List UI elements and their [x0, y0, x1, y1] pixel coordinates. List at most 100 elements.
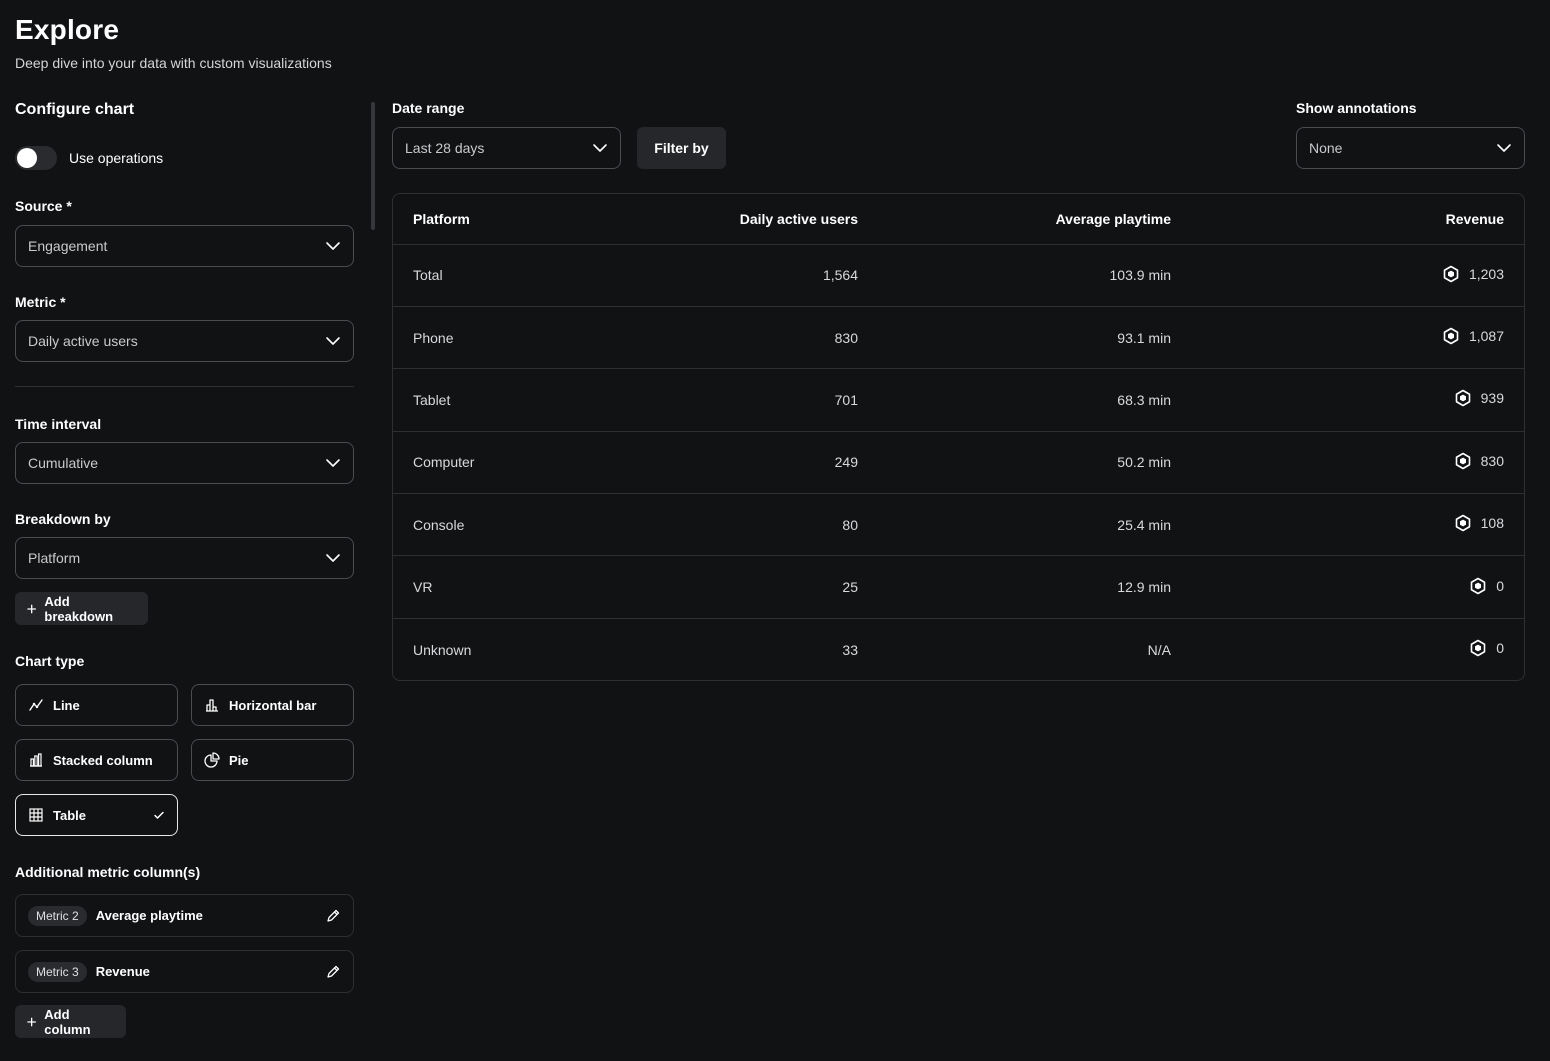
platform-cell: Unknown — [413, 641, 472, 658]
chevron-down-icon — [593, 144, 607, 152]
metric-name: Revenue — [95, 964, 150, 979]
pencil-icon[interactable] — [325, 964, 341, 980]
use-operations-label: Use operations — [69, 150, 164, 166]
time-interval-label: Time interval — [15, 416, 102, 432]
platform-cell: Computer — [393, 431, 678, 495]
platform-cell: Total — [393, 244, 678, 307]
metric-select[interactable]: Daily active users — [15, 320, 354, 362]
chart-type-line[interactable]: Line — [15, 684, 178, 726]
column-header-daily-active-users[interactable]: Daily active users — [678, 194, 878, 245]
metric-tag: Metric 3 — [28, 961, 87, 982]
chart-type-horizontal-bar[interactable]: Horizontal bar — [191, 684, 354, 726]
revenue-value: 0 — [1469, 639, 1504, 657]
chart-type-pie[interactable]: Pie — [191, 739, 354, 781]
table-row: VR 25 12.9 min 0 — [393, 555, 1524, 619]
column-header-average-playtime[interactable]: Average playtime — [878, 194, 1191, 245]
table-row: Unknown 33 N/A 0 — [393, 618, 1524, 680]
revenue-value: 830 — [1454, 452, 1504, 470]
annotations-select[interactable]: None — [1296, 127, 1525, 169]
page-subtitle: Deep dive into your data with custom vis… — [15, 55, 332, 71]
column-header-platform[interactable]: Platform — [393, 194, 678, 245]
daily-active-users-cell: 25 — [678, 555, 878, 619]
add-column-button[interactable]: Add column — [15, 1005, 126, 1038]
configure-chart-title: Configure chart — [15, 101, 135, 118]
additional-metric-row: Metric 2 Average playtime — [15, 894, 354, 937]
revenue-value: 1,203 — [1442, 265, 1504, 283]
revenue-cell: 0 — [1191, 555, 1524, 619]
metric-label: Metric * — [15, 294, 66, 310]
chart-type-horizontal-bar-label: Horizontal bar — [229, 697, 317, 713]
checkmark-icon — [154, 811, 164, 819]
annotations-value: None — [1309, 140, 1343, 156]
average-playtime-cell: 50.2 min — [878, 431, 1191, 495]
table-icon — [29, 808, 43, 822]
plus-icon — [27, 1017, 37, 1026]
metric-tag: Metric 2 — [28, 905, 87, 926]
date-range-select[interactable]: Last 28 days — [392, 127, 621, 169]
revenue-amount: 1,087 — [1468, 328, 1504, 345]
table-row: Phone 830 93.1 min 1,087 — [393, 306, 1524, 370]
average-playtime-cell: 25.4 min — [878, 493, 1191, 557]
revenue-cell: 1,087 — [1191, 306, 1524, 370]
chevron-down-icon — [326, 242, 340, 250]
robux-icon — [1470, 577, 1486, 594]
table-header-row: Platform Daily active users Average play… — [393, 194, 1524, 245]
add-breakdown-button[interactable]: Add breakdown — [15, 592, 148, 625]
robux-icon — [1455, 514, 1470, 532]
revenue-cell: 108 — [1191, 493, 1524, 557]
line-chart-icon — [29, 699, 43, 711]
pie-chart-icon — [204, 752, 220, 768]
breakdown-select[interactable]: Platform — [15, 537, 354, 579]
average-playtime-cell: N/A — [1147, 641, 1171, 658]
daily-active-users-cell: 1,564 — [678, 244, 878, 307]
average-playtime-cell: 103.9 min — [878, 244, 1191, 307]
platform-cell: Tablet — [393, 368, 678, 432]
stacked-column-icon — [30, 753, 42, 767]
table-row: Total 1,564 103.9 min 1,203 — [393, 244, 1524, 307]
source-select[interactable]: Engagement — [15, 225, 354, 267]
average-playtime-cell: 93.1 min — [878, 306, 1191, 370]
daily-active-users-cell: 701 — [678, 368, 878, 432]
data-table: Platform Daily active users Average play… — [392, 193, 1525, 681]
breakdown-label: Breakdown by — [15, 511, 111, 527]
robux-icon — [1455, 452, 1470, 470]
show-annotations-label: Show annotations — [1296, 100, 1417, 116]
average-playtime-cell: 12.9 min — [878, 555, 1191, 619]
pencil-icon[interactable] — [325, 908, 341, 924]
use-operations-toggle[interactable] — [15, 146, 57, 170]
daily-active-users-cell: 830 — [678, 306, 878, 370]
daily-active-users-cell: 249 — [678, 431, 878, 495]
sidebar-divider — [15, 386, 354, 387]
time-interval-value: Cumulative — [28, 455, 99, 471]
add-column-label: Add column — [44, 1006, 91, 1037]
platform-cell: Phone — [393, 306, 678, 370]
chart-type-line-label: Line — [53, 697, 80, 713]
revenue-value: 0 — [1469, 577, 1504, 595]
robux-icon — [1470, 639, 1486, 657]
date-range-value: Last 28 days — [405, 140, 485, 156]
chart-type-pie-label: Pie — [229, 752, 249, 768]
date-range-label: Date range — [392, 100, 465, 116]
revenue-amount: 939 — [1480, 390, 1504, 407]
chevron-down-icon — [1497, 144, 1511, 152]
revenue-cell: 830 — [1191, 431, 1524, 495]
toggle-knob — [17, 148, 37, 168]
robux-icon — [1455, 390, 1470, 407]
source-label: Source * — [15, 198, 72, 214]
time-interval-select[interactable]: Cumulative — [15, 442, 354, 484]
robux-icon — [1443, 265, 1459, 282]
table-row: Computer 249 50.2 min 830 — [393, 431, 1524, 495]
column-header-revenue[interactable]: Revenue — [1191, 194, 1524, 245]
revenue-cell: 939 — [1191, 368, 1524, 432]
filter-by-button[interactable]: Filter by — [637, 127, 726, 169]
revenue-amount: 1,203 — [1468, 265, 1504, 282]
breakdown-value: Platform — [28, 550, 81, 566]
sidebar-scrollbar[interactable] — [371, 102, 375, 230]
add-breakdown-label: Add breakdown — [44, 593, 114, 624]
robux-icon — [1443, 327, 1459, 345]
additional-metrics-label: Additional metric column(s) — [15, 864, 201, 880]
chart-type-table[interactable]: Table — [15, 794, 178, 836]
chart-type-stacked-column[interactable]: Stacked column — [15, 739, 178, 781]
horizontal-bar-icon — [206, 699, 218, 712]
platform-cell: Console — [393, 493, 678, 557]
